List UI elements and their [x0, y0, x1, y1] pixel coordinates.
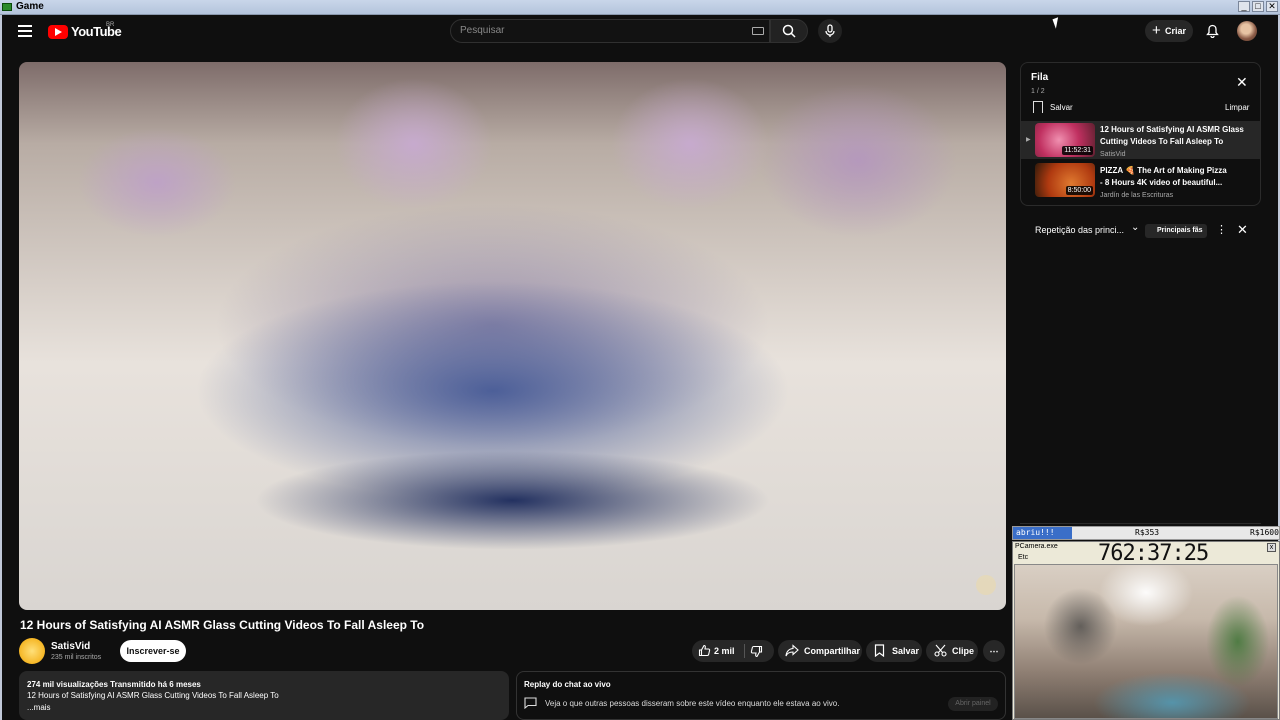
chat-replay-box	[516, 671, 1006, 720]
queue-count: 1 / 2	[1031, 88, 1045, 95]
more-icon: ⋯	[989, 646, 999, 656]
window-title: Game	[16, 1, 44, 12]
live-chat-area	[1020, 248, 1261, 524]
save-button[interactable]: Salvar	[866, 640, 922, 662]
queue-item-channel: SatisVid	[1100, 151, 1126, 158]
bookmark-icon[interactable]	[1033, 101, 1043, 113]
like-dislike-group: 2 mil	[692, 640, 774, 662]
queue-title: Fila	[1031, 72, 1049, 83]
now-playing-icon: ▶	[1026, 137, 1031, 143]
window-titlebar: Game _ □ ✕	[0, 0, 1280, 15]
queue-thumbnail[interactable]: 11:52:31	[1035, 123, 1095, 157]
search-button[interactable]	[770, 19, 808, 43]
clip-button[interactable]: Clipe	[926, 640, 978, 662]
chat-replay-text: Veja o que outras pessoas disseram sobre…	[545, 699, 840, 708]
notifications-button[interactable]	[1204, 23, 1220, 39]
minimize-button[interactable]: _	[1238, 1, 1250, 12]
youtube-logo-icon[interactable]	[48, 25, 68, 39]
dislike-icon[interactable]	[750, 645, 763, 658]
queue-close-icon[interactable]: ✕	[1236, 74, 1248, 91]
channel-watermark-icon[interactable]	[976, 575, 996, 595]
video-player[interactable]	[19, 62, 1006, 610]
like-icon[interactable]	[698, 644, 711, 657]
share-button[interactable]: Compartilhar	[778, 640, 862, 662]
divider	[744, 644, 745, 658]
share-icon	[785, 644, 799, 657]
camera-close-button[interactable]: x	[1267, 543, 1276, 552]
top-fans-badge[interactable]: Principais fãs	[1145, 224, 1207, 238]
camera-menu[interactable]: Etc	[1018, 554, 1028, 561]
like-count[interactable]: 2 mil	[714, 640, 735, 662]
description-more-link[interactable]: ...mais	[27, 703, 51, 712]
close-icon[interactable]: ✕	[1237, 222, 1248, 238]
clip-label: Clipe	[952, 646, 975, 656]
stream-timer: 762:37:25	[1098, 541, 1209, 566]
more-actions-button[interactable]: ⋯	[983, 640, 1005, 662]
maximize-button[interactable]: □	[1252, 1, 1264, 12]
duration-badge: 11:52:31	[1062, 146, 1093, 155]
bell-icon	[1205, 24, 1219, 38]
queue-item-title[interactable]: PIZZA 🍕 The Art of Making Pizza	[1100, 165, 1250, 177]
plus-icon: +	[1152, 22, 1161, 39]
view-stats: 274 mil visualizações Transmitido há 6 m…	[27, 680, 201, 689]
donation-current: R$353	[1135, 528, 1160, 537]
duration-badge: 8:50:00	[1065, 186, 1093, 195]
description-text: 12 Hours of Satisfying AI ASMR Glass Cut…	[27, 691, 279, 700]
mic-icon	[825, 24, 835, 37]
subscriber-count: 235 mil inscritos	[51, 654, 102, 661]
save-label: Salvar	[892, 646, 920, 656]
chat-icon	[524, 697, 537, 709]
keyboard-icon[interactable]	[752, 27, 764, 35]
share-label: Compartilhar	[804, 646, 861, 656]
queue-save-button[interactable]: Salvar	[1050, 103, 1073, 112]
chat-mode-selector[interactable]: Repetição das princi...	[1035, 225, 1124, 235]
webcam-feed	[1014, 564, 1278, 719]
bookmark-icon	[874, 644, 885, 657]
channel-name[interactable]: SatisVid	[51, 641, 90, 652]
voice-search-button[interactable]	[818, 19, 842, 43]
donation-label: abriu!!!	[1016, 528, 1055, 537]
queue-item-channel: Jardín de las Escrituras	[1100, 192, 1174, 199]
chat-replay-title: Replay do chat ao vivo	[524, 680, 611, 689]
scissors-icon	[934, 644, 947, 657]
queue-item-title[interactable]: 12 Hours of Satisfying AI ASMR Glass	[1100, 124, 1250, 136]
app-icon	[2, 3, 12, 11]
channel-avatar[interactable]	[19, 638, 45, 664]
camera-window-title: PCamera.exe	[1015, 543, 1058, 550]
video-title: 12 Hours of Satisfying AI ASMR Glass Cut…	[20, 618, 425, 632]
subscribe-button[interactable]: Inscrever-se	[120, 640, 186, 662]
queue-clear-button[interactable]: Limpar	[1225, 103, 1249, 112]
search-icon	[782, 24, 796, 38]
queue-thumbnail[interactable]: 8:50:00	[1035, 163, 1095, 197]
queue-item-title-line2[interactable]: Cutting Videos To Fall Asleep To	[1100, 136, 1250, 148]
search-placeholder: Pesquisar	[460, 25, 505, 36]
avatar[interactable]	[1237, 21, 1257, 41]
close-window-button[interactable]: ✕	[1266, 1, 1278, 12]
open-panel-button[interactable]: Abrir painel	[948, 697, 998, 711]
chevron-down-icon[interactable]: ⌄	[1131, 222, 1139, 233]
donation-goal: R$1600	[1250, 528, 1279, 537]
more-vert-icon[interactable]: ⋮	[1216, 223, 1227, 236]
country-code: BR	[106, 22, 115, 28]
menu-icon[interactable]	[18, 24, 36, 38]
queue-item-title-line2[interactable]: - 8 Hours 4K video of beautiful...	[1100, 177, 1250, 189]
